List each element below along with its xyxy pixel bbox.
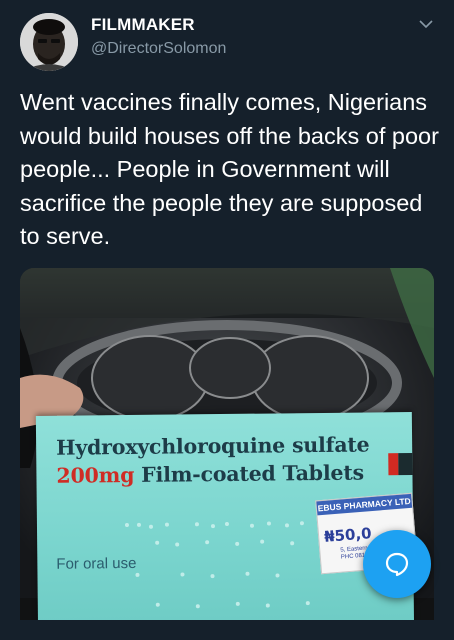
oral-use-label: For oral use (56, 554, 137, 573)
tweet-text: Went vaccines finally comes, Nigerians w… (20, 89, 439, 249)
reply-bubble-icon (385, 552, 409, 577)
avatar-image (20, 13, 78, 71)
bottom-bar (0, 620, 454, 640)
author-name[interactable]: FILMMAKER (91, 15, 195, 35)
price-label: ₦50,0 (323, 524, 373, 546)
medicine-box: Hydroxychloroquine sulfate 200mg Film-co… (35, 412, 418, 640)
avatar[interactable] (20, 13, 78, 71)
author-handle[interactable]: @DirectorSolomon (91, 40, 226, 58)
chevron-down-icon[interactable] (418, 16, 434, 32)
reply-fab-button[interactable] (363, 530, 431, 598)
tweet-header: FILMMAKER @DirectorSolomon (0, 0, 454, 80)
